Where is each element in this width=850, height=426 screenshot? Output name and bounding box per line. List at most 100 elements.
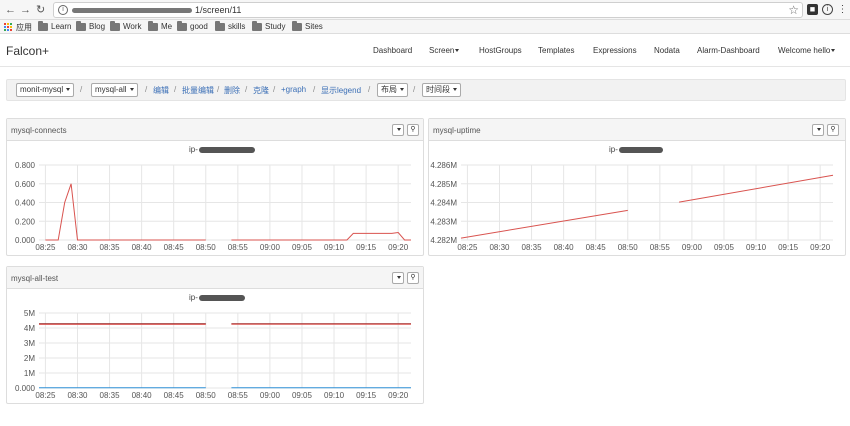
clone-link[interactable]: 克隆 [253, 85, 269, 96]
x-tick-label: 09:05 [292, 391, 313, 400]
x-tick-label: 09:00 [260, 243, 281, 252]
address-bar[interactable]: i 1/screen/11 ☆ [53, 2, 803, 18]
x-tick-label: 08:50 [196, 243, 217, 252]
x-tick-label: 08:35 [100, 243, 121, 252]
x-tick-label: 09:15 [356, 391, 377, 400]
bookmark-apps[interactable]: 应用 [4, 22, 32, 33]
x-tick-label: 08:40 [132, 391, 153, 400]
caret-down-icon [831, 49, 836, 53]
x-tick-label: 08:50 [196, 391, 217, 400]
x-tick-label: 08:45 [164, 391, 185, 400]
bookmark-blog[interactable]: Blog [76, 20, 105, 31]
graph-panel-mysql-connects: mysql-connects ⚲ ip- 0.000 0.200 0.400 0.60… [6, 118, 424, 256]
url-redacted-host [72, 8, 192, 13]
caret-down-icon [66, 88, 71, 92]
y-tick-label: 2M [24, 354, 35, 363]
nav-screen[interactable]: Screen [429, 46, 460, 55]
y-tick-label: 0.800 [15, 161, 36, 170]
nav-user-menu[interactable]: Welcome hello [778, 46, 836, 55]
add-graph-link[interactable]: +graph [281, 85, 306, 94]
nav-screen-label: Screen [429, 46, 455, 55]
bookmark-learn[interactable]: Learn [38, 20, 72, 31]
y-tick-label: 3M [24, 339, 35, 348]
x-tick-label: 08:35 [522, 243, 543, 252]
back-icon[interactable]: ← [5, 4, 16, 16]
y-tick-label: 0.000 [15, 236, 36, 245]
x-tick-label: 08:45 [164, 243, 185, 252]
y-tick-label: 0.600 [15, 180, 36, 189]
folder-icon [292, 20, 302, 31]
x-tick-label: 09:05 [292, 243, 313, 252]
batch-edit-link[interactable]: 批量编辑 [182, 85, 214, 96]
menu-dots-icon[interactable]: ⋮ [837, 4, 848, 15]
x-tick-label: 08:30 [489, 243, 510, 252]
counter-select[interactable]: mysql-all [91, 83, 138, 97]
counter-select-value: mysql-all [95, 85, 127, 94]
bookmark-skills[interactable]: skills [215, 20, 245, 31]
caret-down-icon [400, 88, 405, 92]
series-line [231, 231, 411, 241]
nav-templates[interactable]: Templates [538, 46, 574, 55]
bookmark-study[interactable]: Study [252, 20, 285, 31]
y-tick-label: 0.000 [15, 384, 36, 393]
delete-link[interactable]: 删除 [224, 85, 240, 96]
bookmark-label: Learn [51, 22, 72, 31]
caret-down-icon [129, 88, 134, 92]
folder-icon [148, 20, 158, 31]
y-tick-label: 4.285M [430, 180, 457, 189]
separator: / [145, 85, 148, 94]
x-tick-label: 08:25 [35, 243, 56, 252]
x-tick-label: 08:50 [618, 243, 639, 252]
bookmark-work[interactable]: Work [110, 20, 142, 31]
bookmark-label: Sites [305, 22, 323, 31]
x-tick-label: 09:20 [810, 243, 831, 252]
bookmark-label: 应用 [16, 23, 32, 32]
apps-grid-icon [4, 23, 13, 32]
y-tick-label: 5M [24, 309, 35, 318]
endpoint-select[interactable]: monit-mysql [16, 83, 75, 97]
nav-nodata[interactable]: Nodata [654, 46, 680, 55]
bookmark-me[interactable]: Me [148, 20, 172, 31]
x-tick-label: 08:35 [100, 391, 121, 400]
star-icon[interactable]: ☆ [788, 3, 799, 17]
layout-select-value: 布局 [381, 85, 397, 94]
edit-link[interactable]: 编辑 [153, 85, 169, 96]
forward-icon[interactable]: → [20, 4, 31, 16]
folder-icon [177, 20, 187, 31]
browser-toolbar: ← → ↻ i 1/screen/11 ☆ ■ i ⋮ [0, 0, 850, 20]
nav-hostgroups[interactable]: HostGroups [479, 46, 522, 55]
x-tick-label: 08:55 [650, 243, 671, 252]
separator: / [313, 85, 316, 94]
separator: / [273, 85, 276, 94]
time-select[interactable]: 时间段 [422, 83, 462, 97]
nav-expressions[interactable]: Expressions [593, 46, 637, 55]
app-navbar: Falcon+ Dashboard Screen HostGroups Temp… [0, 35, 850, 67]
x-tick-label: 09:20 [388, 391, 409, 400]
folder-icon [215, 20, 225, 31]
bookmark-good[interactable]: good [177, 20, 208, 31]
nav-dashboard[interactable]: Dashboard [373, 46, 412, 55]
info-icon[interactable]: i [58, 5, 68, 15]
layout-select[interactable]: 布局 [377, 83, 409, 97]
time-select-value: 时间段 [426, 85, 450, 94]
extension-icon[interactable]: ■ [807, 4, 818, 15]
separator: / [413, 85, 416, 94]
graph-panel-mysql-all-test: mysql-all-test ⚲ ip- 0.000 1M 2M 3M 4M 5M 08:2… [6, 266, 424, 404]
y-tick-label: 4.286M [430, 161, 457, 170]
graph-panel-mysql-uptime: mysql-uptime ⚲ ip- 4.282M 4.283M 4.284M 4.2… [428, 118, 846, 256]
separator: / [80, 85, 83, 94]
x-tick-label: 09:00 [682, 243, 703, 252]
y-tick-label: 0.400 [15, 199, 36, 208]
info-circle-icon[interactable]: i [822, 4, 833, 15]
reload-icon[interactable]: ↻ [36, 4, 45, 16]
x-tick-label: 09:05 [714, 243, 735, 252]
bookmark-sites[interactable]: Sites [292, 20, 323, 31]
show-legend-link[interactable]: 显示legend [321, 85, 361, 96]
folder-icon [38, 20, 48, 31]
x-tick-label: 09:15 [356, 243, 377, 252]
brand-logo[interactable]: Falcon+ [6, 44, 49, 58]
caret-down-icon [455, 49, 460, 53]
x-tick-label: 08:40 [132, 243, 153, 252]
nav-alarm-dashboard[interactable]: Alarm-Dashboard [697, 46, 760, 55]
nav-user-label: Welcome hello [778, 46, 831, 55]
